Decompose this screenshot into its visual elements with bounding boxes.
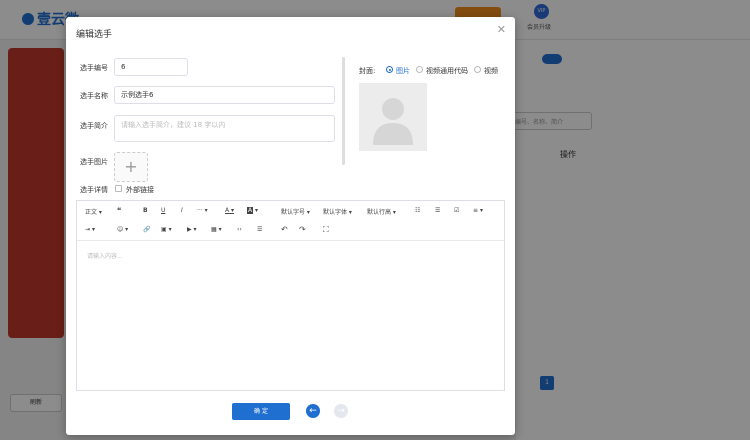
name-input[interactable]: [114, 86, 335, 104]
cover-option-image[interactable]: 图片: [396, 66, 410, 76]
name-label: 选手名称: [80, 92, 108, 100]
avatar-placeholder-icon: [373, 98, 413, 145]
underline-button[interactable]: U: [161, 207, 165, 214]
link-icon[interactable]: 🔗: [143, 226, 150, 233]
edit-player-dialog: 编辑选手 ✕ 选手编号 选手名称 选手简介 选手图片 + 选手详情 外部链接 封…: [66, 17, 515, 435]
external-link-label[interactable]: 外部链接: [126, 185, 154, 195]
plus-icon: +: [124, 157, 138, 176]
background-color-button[interactable]: A ▾: [247, 207, 258, 214]
cover-option-image-radio[interactable]: [386, 66, 393, 73]
numbered-list-icon[interactable]: ☰: [435, 207, 440, 214]
close-icon[interactable]: ✕: [497, 23, 506, 36]
more-format-button[interactable]: ··· ▾: [197, 207, 208, 214]
line-height-select[interactable]: 默认行高 ▾: [367, 207, 396, 216]
next-arrow-icon[interactable]: →: [334, 404, 348, 418]
confirm-button[interactable]: 确 定: [232, 403, 290, 420]
editor-content-area[interactable]: 请输入内容...: [77, 241, 504, 270]
detail-label: 选手详情: [80, 186, 108, 194]
number-input[interactable]: [114, 58, 188, 76]
number-label: 选手编号: [80, 64, 108, 72]
font-size-select[interactable]: 默认字号 ▾: [281, 207, 310, 216]
cover-option-video[interactable]: 视频: [484, 66, 498, 76]
undo-icon[interactable]: ↶: [281, 225, 288, 234]
font-color-button[interactable]: A ▾: [225, 207, 234, 214]
image-upload-button[interactable]: +: [114, 152, 148, 182]
editor-toolbar: 正文 ▾ ❝ B U I ··· ▾ A ▾ A ▾ 默认字号 ▾ 默认字体 ▾…: [77, 201, 504, 241]
editor-placeholder: 请输入内容...: [87, 253, 123, 260]
table-icon[interactable]: ▦ ▾: [211, 226, 222, 233]
cover-option-video-radio[interactable]: [474, 66, 481, 73]
external-link-checkbox[interactable]: [115, 185, 122, 192]
indent-icon[interactable]: ⇥ ▾: [85, 226, 95, 233]
redo-icon[interactable]: ↷: [299, 225, 306, 234]
cover-option-code[interactable]: 视频通用代码: [426, 66, 468, 76]
italic-button[interactable]: I: [181, 207, 183, 214]
code-icon[interactable]: ‹›: [237, 226, 242, 233]
emoji-icon[interactable]: ☺ ▾: [117, 226, 128, 233]
rich-text-editor: 正文 ▾ ❝ B U I ··· ▾ A ▾ A ▾ 默认字号 ▾ 默认字体 ▾…: [76, 200, 505, 391]
paragraph-select[interactable]: 正文 ▾: [85, 207, 102, 216]
video-icon[interactable]: ▶ ▾: [187, 226, 197, 233]
image-label: 选手图片: [80, 158, 108, 166]
bold-button[interactable]: B: [143, 207, 148, 214]
bulleted-list-icon[interactable]: ☷: [415, 207, 420, 214]
dialog-title: 编辑选手: [76, 30, 113, 40]
font-family-select[interactable]: 默认字体 ▾: [323, 207, 352, 216]
intro-textarea[interactable]: [114, 115, 335, 142]
quote-icon[interactable]: ❝: [117, 206, 121, 215]
divider-icon[interactable]: ☰: [257, 226, 262, 233]
previous-arrow-icon[interactable]: ←: [306, 404, 320, 418]
intro-label: 选手简介: [80, 122, 108, 130]
image-icon[interactable]: ▣ ▾: [161, 226, 172, 233]
cover-image[interactable]: [359, 83, 427, 151]
fullscreen-icon[interactable]: ⛶: [323, 225, 329, 235]
align-icon[interactable]: ≡ ▾: [473, 207, 483, 214]
cover-label: 封面:: [359, 67, 376, 75]
cover-option-code-radio[interactable]: [416, 66, 423, 73]
todo-icon[interactable]: ☑: [454, 207, 459, 214]
form-scrollbar[interactable]: [342, 57, 345, 165]
